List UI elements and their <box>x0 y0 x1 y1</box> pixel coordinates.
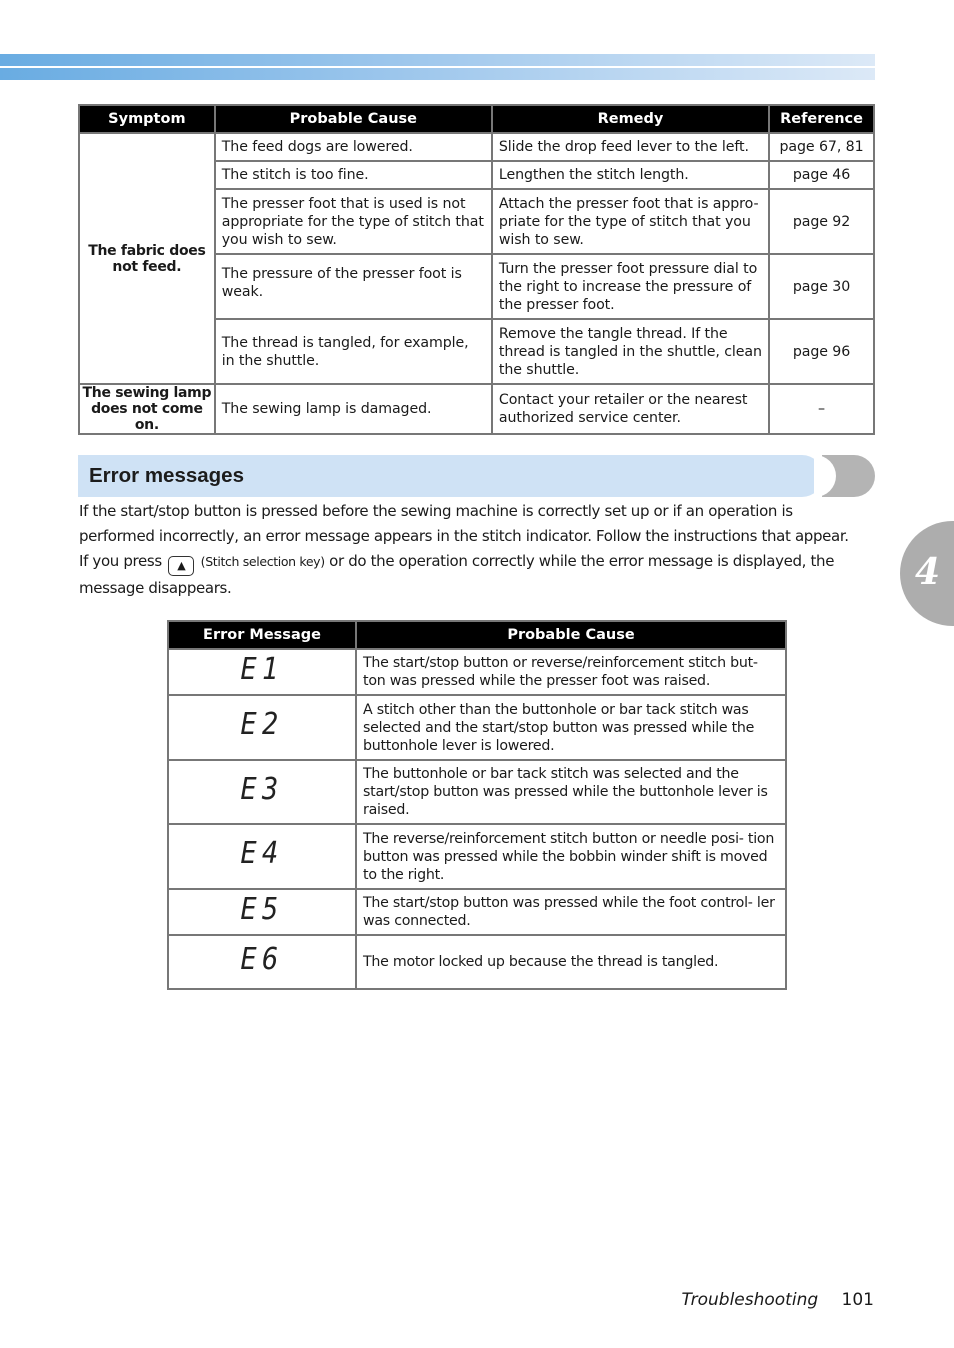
remedy-cell: Remove the tangle thread. If the thread … <box>490 318 771 385</box>
error-messages-table: Error Message Probable Cause E1 The star… <box>167 620 787 990</box>
seven-segment-display: E3 <box>240 771 284 807</box>
reference-link[interactable]: page 30 <box>768 253 875 320</box>
header-probable-cause: Probable Cause <box>213 104 493 134</box>
error-cause: A stitch other than the buttonhole or ba… <box>355 694 787 761</box>
reference-cell: – <box>768 383 875 435</box>
header-reference: Reference <box>768 104 875 134</box>
table-row: E1 The start/stop button or reverse/rein… <box>167 648 787 696</box>
header-band-top <box>0 54 875 66</box>
header-probable-cause: Probable Cause <box>355 620 787 650</box>
section-heading-bar: Error messages <box>78 455 823 497</box>
troubleshooting-table: Symptom Probable Cause Remedy Reference … <box>78 104 875 435</box>
reference-link[interactable]: page 92 <box>768 188 875 255</box>
chapter-tab[interactable]: 4 <box>900 521 954 626</box>
cause-cell: The feed dogs are lowered. <box>213 132 493 162</box>
key-label: (Stitch selection key) <box>200 554 325 569</box>
stitch-selection-key-icon: ▲ <box>168 556 195 576</box>
cause-cell: The sewing lamp is damaged. <box>213 383 493 435</box>
cause-cell: The pressure of the presser foot is weak… <box>213 253 493 320</box>
key-paragraph: If you press ▲ (Stitch selection key) or… <box>79 549 869 601</box>
error-cause: The buttonhole or bar tack stitch was se… <box>355 759 787 825</box>
seven-segment-display: E5 <box>240 891 284 927</box>
remedy-cell: Contact your retailer or the nearest aut… <box>490 383 771 435</box>
table-row: E2 A stitch other than the buttonhole or… <box>167 694 787 761</box>
symptom-cell: The sewing lamp does not come on. <box>78 383 216 435</box>
error-cause: The start/stop button or reverse/reinfor… <box>355 648 787 696</box>
cause-cell: The thread is tangled, for example, in t… <box>213 318 493 385</box>
chapter-number: 4 <box>915 551 941 593</box>
remedy-cell: Attach the presser foot that is appro- p… <box>490 188 771 255</box>
remedy-cell: Turn the presser foot pressure dial to t… <box>490 253 771 320</box>
table-header-row: Symptom Probable Cause Remedy Reference <box>78 104 875 134</box>
header-band-bottom <box>0 68 875 80</box>
table-header-row: Error Message Probable Cause <box>167 620 787 650</box>
seven-segment-display: E1 <box>240 651 284 687</box>
intro-paragraph: If the start/stop button is pressed befo… <box>79 502 849 545</box>
reference-link[interactable]: page 67, 81 <box>768 132 875 162</box>
page-footer: Troubleshooting 101 <box>682 1290 874 1310</box>
seven-segment-display: E4 <box>240 836 284 871</box>
cause-cell: The presser foot that is used is not app… <box>213 188 493 255</box>
error-code: E5 <box>167 888 357 936</box>
reference-link[interactable]: page 96 <box>768 318 875 385</box>
section-title: Error messages <box>89 464 244 487</box>
table-row: E5 The start/stop button was pressed whi… <box>167 888 787 936</box>
error-code: E1 <box>167 648 357 696</box>
error-code: E4 <box>167 823 357 890</box>
remedy-cell: Lengthen the stitch length. <box>490 160 771 190</box>
page-number: 101 <box>841 1290 874 1310</box>
seven-segment-display: E6 <box>240 941 284 977</box>
error-code: E3 <box>167 759 357 825</box>
reference-link[interactable]: page 46 <box>768 160 875 190</box>
table-row: E4 The reverse/reinforcement stitch butt… <box>167 823 787 890</box>
remedy-cell: Slide the drop feed lever to the left. <box>490 132 771 162</box>
cause-cell: The stitch is too fine. <box>213 160 493 190</box>
table-row: E6 The motor locked up because the threa… <box>167 934 787 990</box>
table-row: E3 The buttonhole or bar tack stitch was… <box>167 759 787 825</box>
key-paragraph-lead: If you press <box>79 552 162 570</box>
header-remedy: Remedy <box>490 104 771 134</box>
error-code: E2 <box>167 694 357 761</box>
table-row: The sewing lamp does not come on. The se… <box>78 383 875 435</box>
footer-section-name: Troubleshooting <box>681 1290 819 1310</box>
table-row: The fabric does not feed. The feed dogs … <box>78 132 875 385</box>
symptom-cell: The fabric does not feed. <box>78 132 216 385</box>
header-symptom: Symptom <box>78 104 216 134</box>
error-cause: The start/stop button was pressed while … <box>355 888 787 936</box>
error-cause: The reverse/reinforcement stitch button … <box>355 823 787 890</box>
header-error-message: Error Message <box>167 620 357 650</box>
error-code: E6 <box>167 934 357 990</box>
section-heading-cap <box>814 455 875 497</box>
error-cause: The motor locked up because the thread i… <box>355 934 787 990</box>
seven-segment-display: E2 <box>240 707 284 742</box>
